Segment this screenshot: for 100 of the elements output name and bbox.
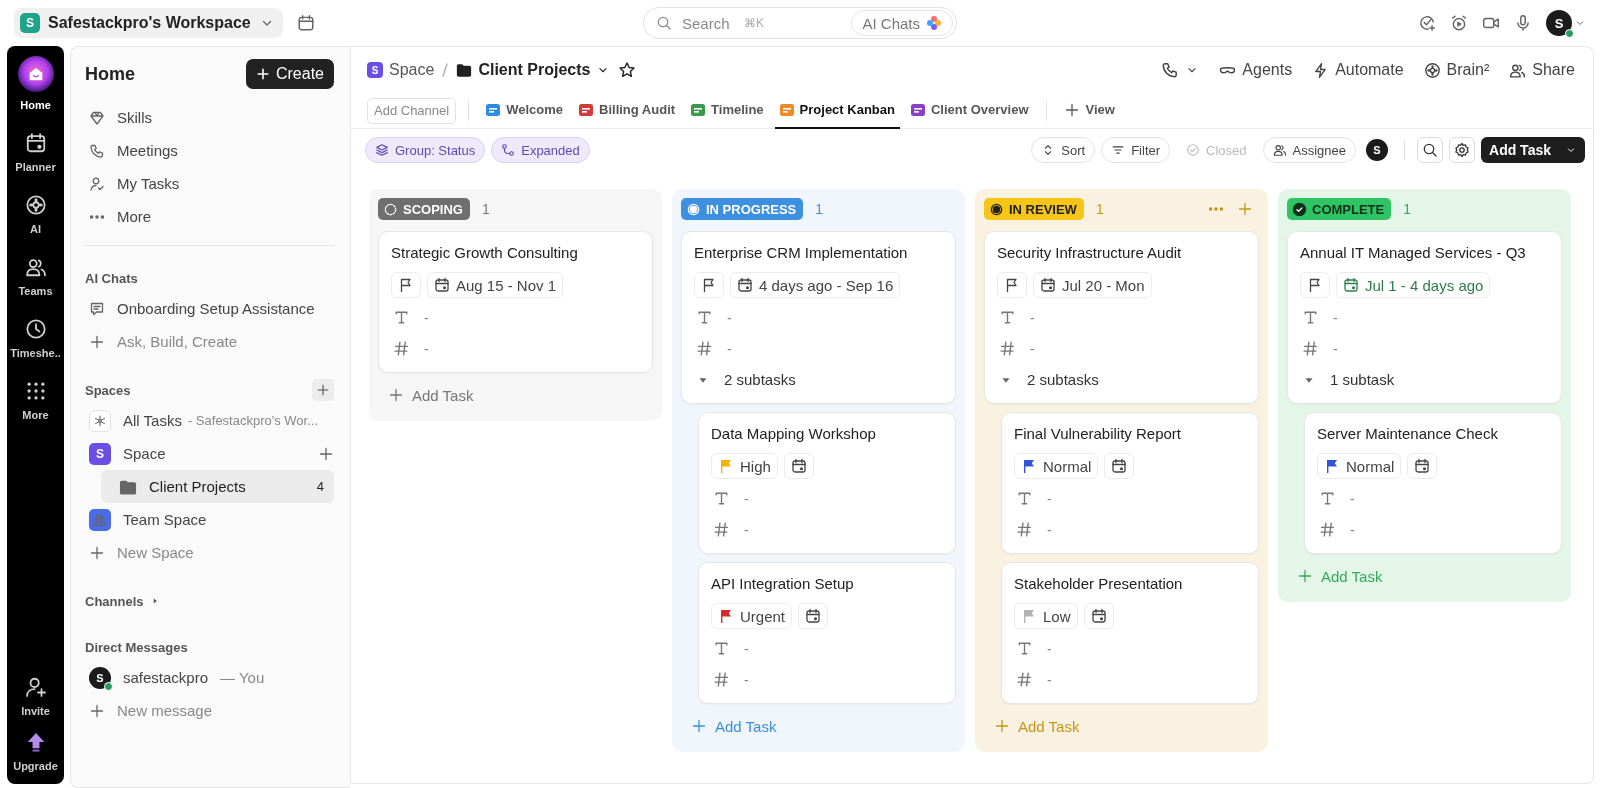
priority-tag[interactable]: High [711,453,778,479]
nav-item[interactable]: More [85,200,334,233]
space-item[interactable]: Client Projects 4 [101,470,334,503]
date-tag[interactable]: Jul 1 - 4 days ago [1336,272,1491,298]
space-item[interactable]: Team Space [85,503,334,536]
add-task-link[interactable]: Add Task [378,381,474,409]
message-item[interactable]: S safestackpro — You [85,661,334,694]
priority-tag[interactable]: Urgent [711,603,793,629]
breadcrumb-current[interactable]: Client Projects [456,61,611,79]
date-tag[interactable]: 4 days ago - Sep 16 [730,272,901,298]
task-card[interactable]: Final Vulnerability Report Normal - - [1001,412,1259,554]
task-card[interactable]: Server Maintenance Check Normal - - [1304,412,1562,554]
status-badge: SCOPING [378,198,470,220]
header-action[interactable]: Brain² [1423,61,1490,79]
date-tag[interactable]: Jul 20 - Mon [1033,272,1152,298]
search-field[interactable]: Search [680,13,736,33]
header-action[interactable]: Agents [1219,61,1293,79]
field-value: - [1030,309,1035,326]
rail-item[interactable]: Planner [7,132,64,173]
date-button[interactable] [1083,603,1114,629]
number-field-icon [1319,521,1336,538]
chat-item[interactable]: Onboarding Setup Assistance [85,292,334,325]
space-item[interactable]: S Space [85,437,334,470]
chat-icon [89,300,105,317]
priority-button[interactable] [997,272,1027,298]
calendar-icon[interactable] [296,14,315,32]
subtasks-toggle[interactable]: 2 subtasks [997,364,1099,395]
view-option-chip[interactable]: Group: Status [365,137,486,163]
priority-button[interactable] [694,272,724,298]
diamond-icon [89,109,105,126]
text-field-icon [1302,309,1319,326]
nav-item[interactable]: My Tasks [85,167,334,200]
rail-item[interactable]: Home [7,56,64,111]
star-icon[interactable] [618,61,637,79]
plus-icon[interactable] [318,445,334,462]
view-tab[interactable]: Billing Audit [574,92,681,129]
priority-tag[interactable]: Normal [1317,453,1402,479]
rail-item[interactable]: Upgrade [7,731,64,772]
assignee-avatar[interactable]: S [1366,139,1388,161]
sidebar-title: Home [85,63,135,85]
date-tag[interactable]: Aug 15 - Nov 1 [427,272,564,298]
create-button[interactable]: Create [245,59,334,89]
add-task-button[interactable]: Add Task [1481,137,1585,163]
rail-item[interactable]: Timeshe.. [7,318,64,359]
view-option-chip[interactable]: Expanded [491,137,590,163]
flower-icon [1423,61,1441,79]
rail-item[interactable]: Teams [7,256,64,297]
task-card[interactable]: API Integration Setup Urgent - - [698,562,956,704]
priority-tag[interactable]: Normal [1014,453,1099,479]
view-tab[interactable]: Welcome [481,92,568,129]
new-space-link[interactable]: New Space [85,536,334,569]
task-title: Final Vulnerability Report [1014,424,1183,444]
field-value: - [727,340,732,357]
header-action[interactable]: Share [1509,61,1575,79]
space-avatar: S [89,442,111,465]
add-space-button[interactable] [312,379,334,401]
record-icon[interactable] [1450,14,1468,32]
task-card[interactable]: Strategic Growth Consulting Aug 15 - Nov 1 - - [378,231,653,373]
check-plus-icon[interactable] [1418,14,1436,32]
calendar-icon [1090,608,1107,624]
view-tab[interactable]: Project Kanban [774,92,900,129]
view-tab[interactable]: Client Overview [905,92,1034,129]
priority-button[interactable] [1300,272,1330,298]
new-chat-link[interactable]: Ask, Build, Create [85,325,334,358]
field-value: - [1030,340,1035,357]
subtasks-toggle[interactable]: 2 subtasks [694,364,796,395]
view-tab[interactable]: Timeline [686,92,769,129]
user-avatar[interactable]: S [1546,10,1572,36]
plus-icon [255,67,270,81]
date-button[interactable] [1407,453,1438,479]
subtasks-toggle[interactable]: 1 subtask [1300,364,1395,395]
header-action[interactable]: Automate [1312,61,1404,79]
rail-item[interactable]: Invite [7,676,64,717]
space-item[interactable]: All Tasks - Safestackpro's Wor... [85,404,334,437]
date-button[interactable] [783,453,814,479]
rail-item[interactable]: More [7,380,64,421]
date-button[interactable] [798,603,829,629]
task-card[interactable]: Data Mapping Workshop High - - [698,412,956,554]
task-card[interactable]: Security Infrastructure Audit Jul 20 - Mon - - 2 subtasks [984,231,1259,404]
microphone-icon[interactable] [1514,14,1532,32]
add-channel-button[interactable]: Add Channel [367,97,457,124]
task-card[interactable]: Annual IT Managed Services - Q3 Jul 1 - 4 days ago - - 1 subtask [1287,231,1562,404]
date-button[interactable] [1104,453,1135,479]
task-title: API Integration Setup [711,574,855,594]
nav-item[interactable]: Skills [85,101,334,134]
task-card[interactable]: Enterprise CRM Implementation 4 days ago - Sep 16 - - 2 subtasks [681,231,956,404]
plus-icon [89,702,105,719]
search-button[interactable] [1417,137,1443,163]
nav-item[interactable]: Meetings [85,134,334,167]
settings-button[interactable] [1449,137,1475,163]
rail-item[interactable]: AI [7,194,64,235]
new-message-link[interactable]: New message [85,694,334,727]
task-card[interactable]: Stakeholder Presentation Low - - [1001,562,1259,704]
breadcrumb-link[interactable]: S Space [367,61,435,79]
priority-tag[interactable]: Low [1014,603,1078,629]
priority-button[interactable] [391,272,421,298]
task-title: Security Infrastructure Audit [997,243,1183,263]
flower-icon [24,194,47,216]
add-view-button[interactable]: View [1058,92,1120,129]
workspace-switcher[interactable]: S Safestackpro's Workspace [14,8,283,38]
